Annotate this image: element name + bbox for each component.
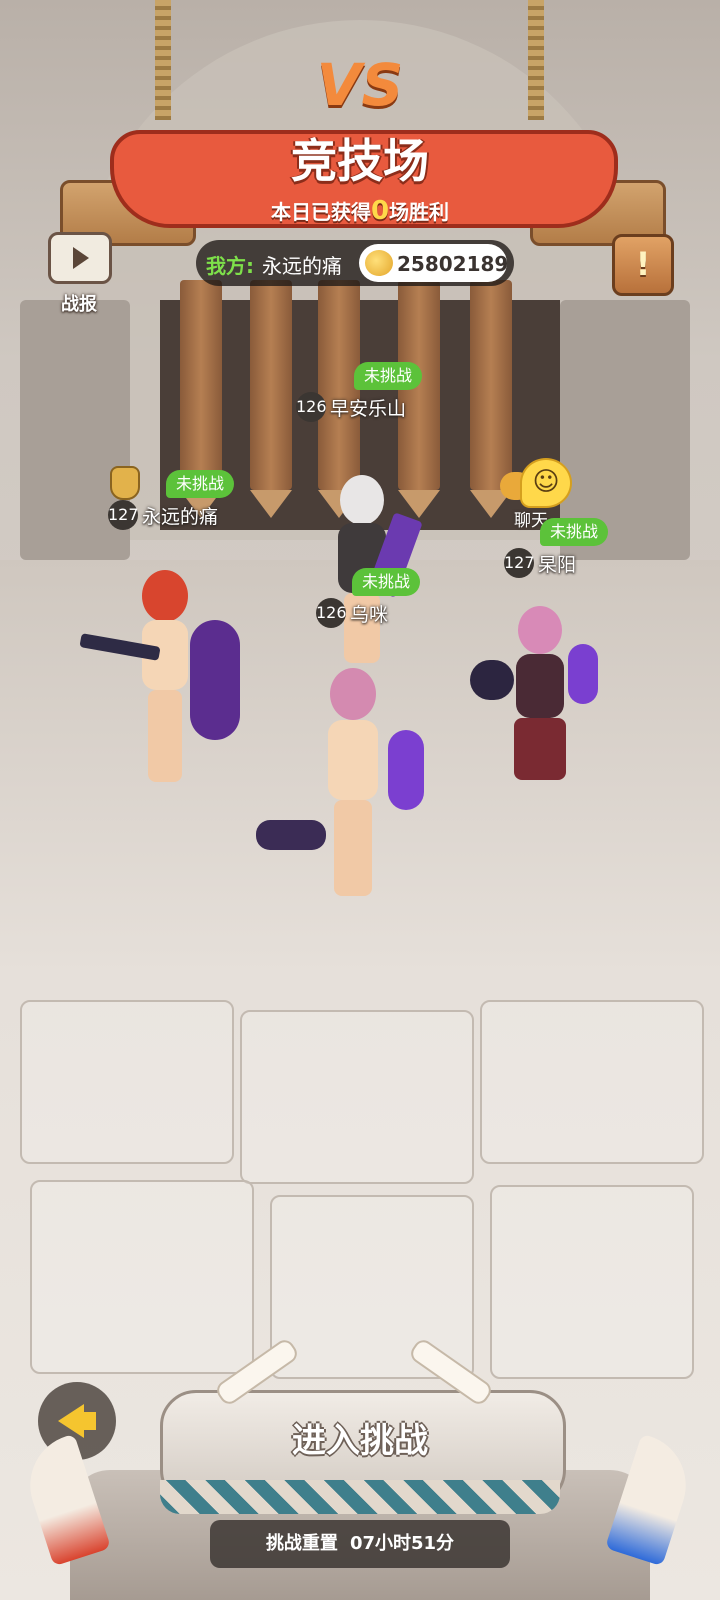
opponent-name: 乌咪 bbox=[350, 604, 389, 626]
challenge-reset-timer: 挑战重置 07小时51分 bbox=[210, 1520, 510, 1568]
battle-report-label: 战报 bbox=[61, 294, 97, 315]
battle-report-button[interactable]: 战报 bbox=[48, 232, 112, 315]
weapon bbox=[256, 820, 326, 850]
weapon bbox=[388, 730, 424, 810]
floor-tile bbox=[20, 1000, 234, 1164]
wooden-post bbox=[180, 280, 222, 518]
floor-tile bbox=[240, 1010, 474, 1184]
character-head bbox=[330, 668, 376, 720]
character-legs bbox=[334, 800, 372, 896]
wins-count: 0 bbox=[370, 196, 390, 226]
smiley-chat-icon: ☺ bbox=[520, 458, 572, 508]
opponent-tag[interactable]: 未挑战 127 永远的痛 bbox=[108, 466, 248, 532]
status-badge: 未挑战 bbox=[166, 470, 235, 498]
play-video-icon bbox=[48, 232, 112, 284]
character-head bbox=[142, 570, 188, 622]
wins-suffix: 场胜利 bbox=[389, 200, 450, 224]
weapon bbox=[568, 644, 598, 704]
weapon bbox=[470, 660, 514, 700]
opponent-name: 永远的痛 bbox=[142, 506, 219, 528]
rules-button[interactable]: ! bbox=[612, 234, 674, 296]
character-body bbox=[516, 654, 564, 718]
player-info: 我方: 永远的痛 25802189 bbox=[196, 240, 514, 286]
opponent-character-left[interactable] bbox=[79, 560, 250, 790]
opponent-tag[interactable]: 未挑战 127 杲阳 bbox=[504, 518, 614, 582]
status-badge: 未挑战 bbox=[354, 362, 423, 390]
level-badge: 127 bbox=[108, 500, 139, 530]
wins-today-text: 本日已获得0场胜利 bbox=[210, 196, 510, 226]
vs-emblem: VS bbox=[316, 51, 404, 119]
pedestal-pattern bbox=[160, 1480, 560, 1514]
status-badge: 未挑战 bbox=[352, 568, 421, 596]
opponent-name: 早安乐山 bbox=[330, 398, 407, 420]
wooden-post bbox=[250, 280, 292, 518]
rank-shield-icon bbox=[110, 466, 140, 500]
opponent-character-right[interactable] bbox=[470, 600, 610, 790]
player-character[interactable] bbox=[256, 660, 446, 910]
coin-amount: 25802189 bbox=[397, 252, 509, 276]
status-badge: 未挑战 bbox=[540, 518, 609, 546]
coin-balance: 25802189 bbox=[359, 244, 509, 282]
coin-icon bbox=[365, 250, 393, 276]
reset-time: 07小时51分 bbox=[349, 1533, 455, 1554]
character-body bbox=[328, 720, 378, 800]
character-head bbox=[340, 475, 384, 525]
wins-prefix: 本日已获得 bbox=[270, 200, 371, 224]
character-head bbox=[518, 606, 562, 654]
page-title: 竞技场 bbox=[291, 134, 429, 188]
weapon bbox=[190, 620, 240, 740]
player-name: 永远的痛 bbox=[262, 254, 342, 278]
player-side-label: 我方: bbox=[206, 254, 254, 278]
opponent-tag[interactable]: 未挑战 126 乌咪 bbox=[316, 568, 426, 632]
level-badge: 126 bbox=[296, 392, 327, 422]
character-legs bbox=[148, 690, 182, 782]
level-badge: 126 bbox=[316, 598, 347, 628]
floor-tile bbox=[490, 1185, 694, 1379]
opponent-name: 杲阳 bbox=[538, 554, 577, 576]
character-legs bbox=[514, 718, 566, 780]
level-badge: 127 bbox=[504, 548, 535, 578]
floor-tile bbox=[480, 1000, 704, 1164]
exclamation-icon: ! bbox=[635, 245, 651, 283]
opponent-tag[interactable]: 未挑战 126 早安乐山 bbox=[296, 362, 436, 426]
floor-tile bbox=[30, 1180, 254, 1374]
enter-challenge-button[interactable]: 进入挑战 bbox=[180, 1408, 540, 1474]
reset-label: 挑战重置 bbox=[265, 1533, 338, 1554]
